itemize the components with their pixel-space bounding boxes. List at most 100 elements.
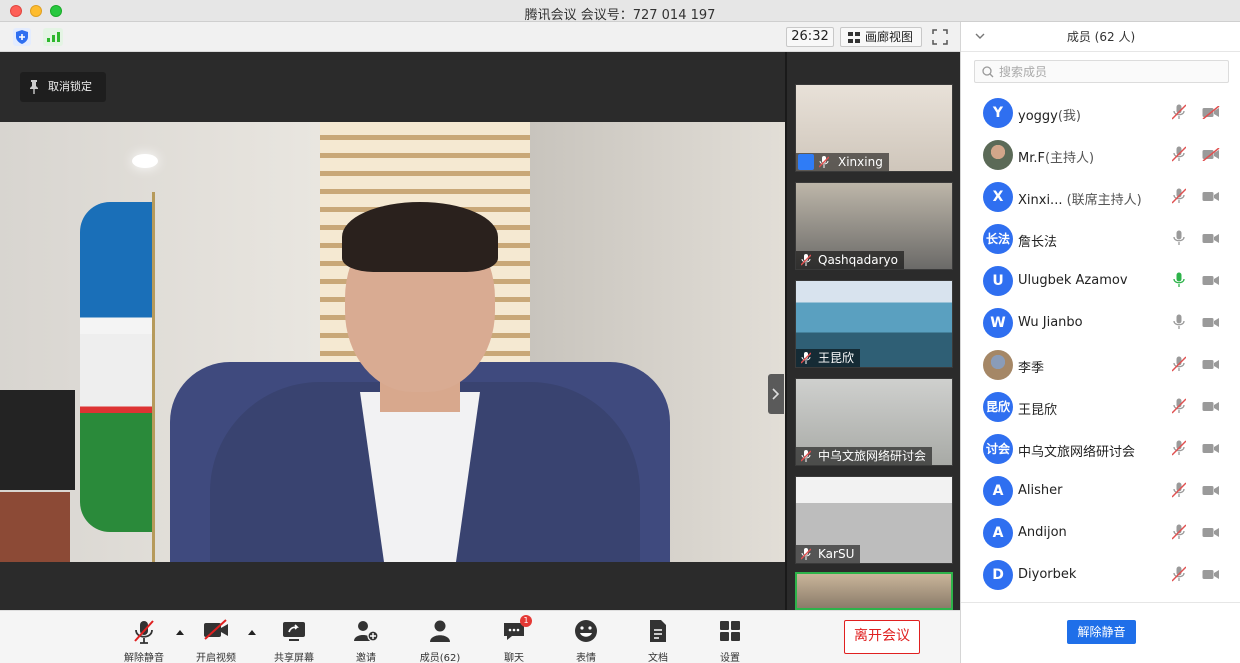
unmute-button[interactable]: 解除静音 [114,617,174,663]
leave-meeting-button[interactable]: 离开会议 [844,620,920,654]
caret-up-icon[interactable] [176,630,184,635]
network-signal-icon[interactable] [43,28,63,46]
video-icon[interactable] [1202,442,1220,458]
start-video-button[interactable]: 开启视频 [186,617,246,663]
video-thumbnail[interactable]: KarSU [795,476,953,564]
video-off-icon[interactable] [1202,147,1220,164]
video-thumbnail-active[interactable] [795,572,953,610]
member-name-text: Wu Jianbo [1018,315,1083,330]
video-icon[interactable] [1202,274,1220,290]
members-button[interactable]: 成员(62) [410,617,470,663]
member-row[interactable]: Mr.F(主持人) [961,134,1240,176]
mic-icon[interactable] [1172,230,1186,249]
user-icon [430,620,450,642]
video-icon[interactable] [1202,400,1220,416]
gallery-view-button[interactable]: 画廊视图 [840,27,922,47]
mic-muted-icon[interactable] [1171,440,1187,459]
member-name-text: yoggy [1018,109,1058,124]
avatar: X [983,182,1013,212]
member-name-text: Mr.F [1018,151,1045,166]
chevron-down-icon[interactable] [975,32,985,40]
member-row[interactable]: 长法 詹长法 [961,218,1240,260]
video-thumbnail[interactable]: 中乌文旅网络研讨会 [795,378,953,466]
video-thumbnail[interactable]: Qashqadaryo [795,182,953,270]
thumbnail-name: Qashqadaryo [818,253,898,267]
invite-button[interactable]: 邀请 [336,617,396,663]
add-user-icon [354,621,379,642]
member-name: 詹长法 [1018,231,1057,250]
share-screen-button[interactable]: 共享屏幕 [264,617,324,663]
member-row[interactable]: W Wu Jianbo [961,302,1240,344]
video-off-icon[interactable] [1202,105,1220,122]
member-name: Ulugbek Azamov [1018,273,1128,288]
gallery-view-label: 画廊视图 [865,30,914,44]
video-icon[interactable] [1202,358,1220,374]
thumbnail-name: KarSU [818,547,855,561]
video-icon[interactable] [1202,232,1220,248]
video-thumbnail[interactable]: 王昆欣 [795,280,953,368]
docs-button[interactable]: 文档 [628,617,688,663]
video-thumbnail[interactable]: Xinxing [795,84,953,172]
mic-muted-icon[interactable] [1171,146,1187,165]
mic-muted-icon[interactable] [1171,482,1187,501]
member-row[interactable]: 讨会 中乌文旅网络研讨会 [961,428,1240,470]
collapse-strip-button[interactable] [768,374,784,414]
member-search-input[interactable] [999,63,1219,81]
member-row[interactable]: X Xinxi... (联席主持人) [961,176,1240,218]
unpin-button[interactable]: 取消锁定 [20,72,106,102]
thumbnail-name: Xinxing [838,155,883,169]
mic-icon[interactable] [1172,272,1186,291]
share-screen-label: 共享屏幕 [274,653,314,663]
member-name-text: 中乌文旅网络研讨会 [1018,445,1136,460]
video-icon[interactable] [1202,190,1220,206]
video-icon[interactable] [1202,568,1220,584]
mic-muted-icon [801,548,811,560]
docs-label: 文档 [648,653,668,663]
mic-muted-icon[interactable] [1171,356,1187,375]
chat-label: 聊天 [504,653,524,663]
settings-button[interactable]: 设置 [700,617,760,663]
search-icon [982,66,994,78]
caret-up-icon[interactable] [248,630,256,635]
video-icon[interactable] [1202,316,1220,332]
document-icon [650,620,666,642]
member-name-text: Diyorbek [1018,567,1077,582]
main-video-stage: 取消锁定 [0,52,785,610]
mic-icon[interactable] [1172,314,1186,333]
member-row[interactable]: A Alisher [961,470,1240,512]
speaker-video[interactable] [0,122,785,562]
chat-button[interactable]: 1 聊天 [484,615,544,663]
avatar: 长法 [983,224,1013,254]
fullscreen-icon[interactable] [929,27,951,47]
member-row[interactable]: A Andijon [961,512,1240,554]
chevron-right-icon [772,388,780,400]
member-name-text: Ulugbek Azamov [1018,273,1128,288]
mic-muted-icon[interactable] [1171,566,1187,585]
video-icon[interactable] [1202,484,1220,500]
avatar: 讨会 [983,434,1013,464]
member-row[interactable]: 昆欣 王昆欣 [961,386,1240,428]
emoji-button[interactable]: 表情 [556,617,616,663]
video-icon[interactable] [1202,526,1220,542]
member-search [974,60,1229,83]
mic-muted-icon[interactable] [1171,398,1187,417]
member-name-text: 詹长法 [1018,235,1058,250]
mic-muted-icon[interactable] [1171,188,1187,207]
mic-muted-icon[interactable] [1171,524,1187,543]
member-role: (我) [1057,109,1082,124]
member-row[interactable]: Yyoggy(我) [961,92,1240,134]
avatar: U [983,266,1013,296]
mic-muted-icon[interactable] [1171,104,1187,123]
invite-label: 邀请 [356,653,376,663]
member-name: Wu Jianbo [1018,315,1083,330]
member-row[interactable]: 李季 [961,344,1240,386]
security-shield-icon[interactable] [13,28,31,46]
member-name-text: 李季 [1018,361,1045,376]
member-name: Xinxi... (联席主持人) [1018,189,1142,208]
settings-label: 设置 [720,653,740,663]
member-row[interactable]: D Diyorbek [961,554,1240,596]
chat-unread-badge: 1 [520,615,532,627]
member-row[interactable]: U Ulugbek Azamov [961,260,1240,302]
avatar [983,350,1013,380]
unmute-all-button[interactable]: 解除静音 [1067,620,1136,644]
